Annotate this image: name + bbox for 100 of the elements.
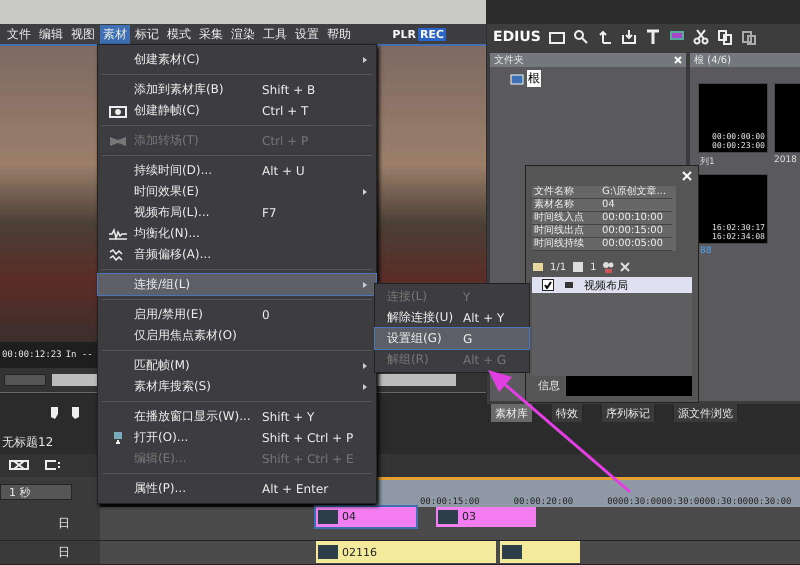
- recorder-mode-label[interactable]: REC: [418, 28, 446, 40]
- property-value: 00:00:10:00: [600, 212, 672, 225]
- menu-item[interactable]: 素材库搜索(S): [98, 376, 376, 397]
- clip-timecode: 16:02:30:17: [712, 223, 765, 232]
- property-name: 素材名称: [532, 199, 600, 212]
- player-mode-label[interactable]: PLR: [392, 28, 416, 40]
- property-name: 时间线持续: [532, 238, 600, 251]
- effect-settings-icon[interactable]: [602, 261, 614, 273]
- menu-item[interactable]: 创建素材(C): [98, 49, 376, 70]
- zoom-scale-dropdown[interactable]: 1 秒: [0, 484, 72, 500]
- menu-item[interactable]: 工具: [260, 24, 290, 44]
- clip-timecode: 00:00:00:00: [712, 132, 765, 141]
- menu-item[interactable]: 视频布局(L)... F7: [98, 202, 376, 223]
- property-value: 00:00:15:00: [600, 225, 672, 238]
- menu-item[interactable]: 帮助: [324, 24, 354, 44]
- text-icon[interactable]: [644, 29, 661, 45]
- menu-item[interactable]: 时间效果(E): [98, 181, 376, 202]
- menu-item[interactable]: 解除连接(U) Alt + Y: [375, 307, 529, 328]
- menu-item[interactable]: 模式: [164, 24, 194, 44]
- menu-item[interactable]: 标记: [132, 24, 162, 44]
- folder-tree-item[interactable]: 根: [527, 70, 541, 87]
- panel-tab[interactable]: 素材库: [491, 404, 532, 422]
- menu-item[interactable]: 属性(P)... Alt + Enter: [98, 478, 376, 499]
- menu-item[interactable]: 素材: [100, 24, 130, 44]
- mark-in-icon[interactable]: [50, 406, 60, 420]
- timecode: 00:00:12:23: [2, 350, 62, 360]
- property-value: 00:00:05:00: [600, 238, 672, 251]
- clip-icon: [532, 262, 544, 272]
- waveform-icon: [108, 226, 128, 240]
- ruler-label: 00:00:20:00: [514, 496, 574, 507]
- menu-item[interactable]: 添加到素材库(B) Shift + B: [98, 79, 376, 100]
- menu-item[interactable]: 音频偏移(A)...: [98, 244, 376, 265]
- track-label: 日: [58, 515, 70, 532]
- scissors-icon[interactable]: [692, 29, 709, 45]
- timeline-clip[interactable]: 04: [316, 506, 416, 527]
- clip-label: 列1: [699, 156, 716, 168]
- property-name: 时间线出点: [532, 225, 600, 238]
- panel-tab[interactable]: 序列标记: [602, 404, 654, 422]
- menu-item[interactable]: 仅启用焦点素材(O): [98, 325, 376, 346]
- clip-thumbnail: [502, 545, 522, 560]
- effect-name: 视频布局: [584, 278, 628, 292]
- effect-row[interactable]: 视频布局: [532, 277, 692, 293]
- menu-item[interactable]: 设置: [292, 24, 322, 44]
- panel-title: 文件夹: [494, 54, 524, 67]
- menu-item[interactable]: 创建静帧(C) Ctrl + T: [98, 100, 376, 121]
- menu-item[interactable]: 编辑: [36, 24, 66, 44]
- menu-item[interactable]: 打开(O)... Shift + Ctrl + P: [98, 427, 376, 448]
- timeline-clip[interactable]: 02116: [316, 541, 496, 564]
- import-icon[interactable]: [620, 29, 637, 45]
- menu-item[interactable]: 设置组(G) G: [375, 328, 529, 349]
- check-icon: [544, 281, 552, 289]
- timeline-clip[interactable]: [500, 541, 580, 564]
- checkbox[interactable]: [542, 279, 554, 291]
- up-arrow-icon[interactable]: [596, 29, 613, 45]
- clip-timecode: 16:02:34:08: [712, 232, 765, 241]
- paste-icon[interactable]: [740, 29, 757, 45]
- clip-thumbnail: [438, 510, 458, 524]
- delete-icon[interactable]: [620, 262, 630, 272]
- menu-item[interactable]: 启用/禁用(E) 0: [98, 304, 376, 325]
- ruler-label: 00:00:15:00: [420, 496, 480, 507]
- clip-thumbnail: [318, 510, 338, 524]
- ruler-label: 0000:30:0000:30:0000:30:0000:30:00: [607, 496, 792, 507]
- clip-count: 1/1: [550, 262, 566, 272]
- clip-label: 2018: [774, 155, 798, 165]
- panel-title: 根 (4/6): [694, 54, 732, 67]
- panel-tab[interactable]: 特效: [552, 404, 582, 422]
- close-icon[interactable]: [674, 56, 682, 64]
- menu-item[interactable]: 均衡化(N)...: [98, 223, 376, 244]
- panel-tab[interactable]: 源文件浏览: [674, 404, 737, 422]
- menu-item[interactable]: 渲染: [228, 24, 258, 44]
- property-name: 时间线入点: [532, 212, 600, 225]
- clip-name: 03: [462, 510, 476, 524]
- menu-item[interactable]: 视图: [68, 24, 98, 44]
- clip-name: 04: [342, 510, 356, 524]
- property-value: G:\原创文章...: [600, 186, 672, 199]
- folder-icon[interactable]: [548, 29, 565, 45]
- copy-icon[interactable]: [716, 29, 733, 45]
- track-label: 日: [58, 544, 70, 562]
- time-ruler[interactable]: 00:00:15:00 00:00:20:00 0000:30:0000:30:0000:30:0000:30:00: [375, 477, 800, 507]
- menu-item[interactable]: 连接/组(L): [98, 274, 376, 295]
- menu-item[interactable]: 匹配帧(M): [98, 355, 376, 376]
- property-name: 文件名称: [532, 186, 600, 199]
- link-icon[interactable]: [8, 459, 30, 472]
- clip-thumbnail: [318, 545, 338, 560]
- clip-label: 88: [699, 246, 712, 256]
- menu-item[interactable]: 持续时间(D)... Alt + U: [98, 160, 376, 181]
- filter-count: 1: [590, 262, 596, 272]
- clip-thumbnail[interactable]: 16:02:30:17 16:02:34:08: [698, 174, 768, 244]
- menu-item[interactable]: 采集: [196, 24, 226, 44]
- close-icon[interactable]: [682, 171, 692, 181]
- menu-item[interactable]: 文件: [4, 24, 34, 44]
- scroll-track[interactable]: [4, 374, 46, 386]
- in-point-label: In --: [66, 350, 93, 360]
- timeline-clip[interactable]: 03: [436, 506, 536, 527]
- clip-timecode: 00:00:23:00: [712, 141, 765, 150]
- group-icon[interactable]: [44, 459, 62, 472]
- mark-out-icon[interactable]: [70, 406, 80, 420]
- clip-thumbnail[interactable]: 00:00:00:00 00:00:23:00: [698, 83, 768, 153]
- search-icon[interactable]: [572, 29, 589, 45]
- sequence-title: 无标题12: [2, 434, 54, 452]
